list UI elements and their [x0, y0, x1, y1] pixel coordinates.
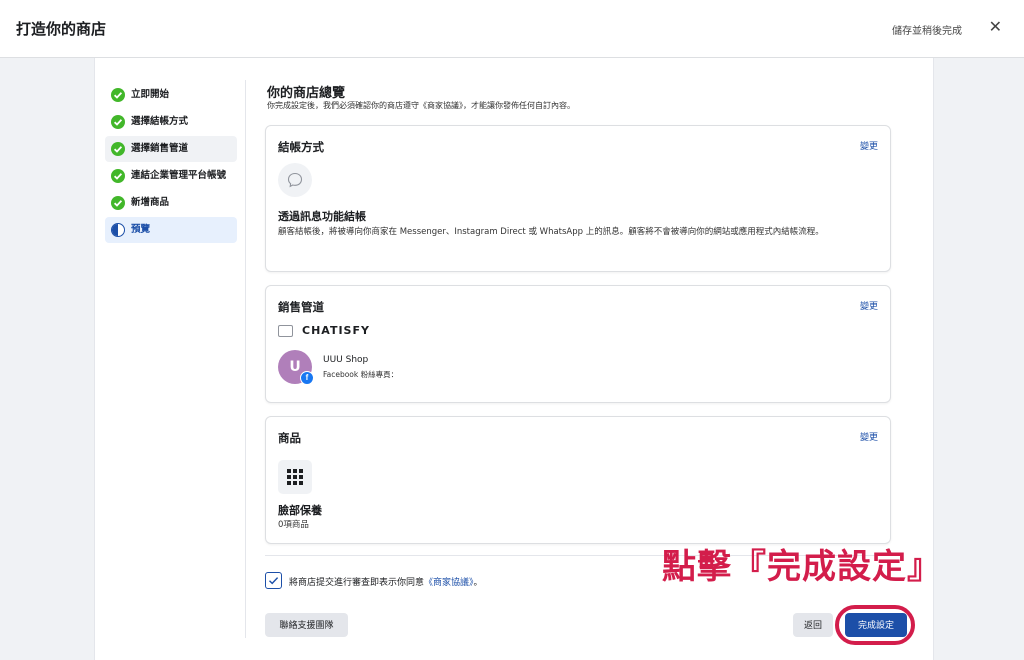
products-change-link[interactable]: 變更 — [860, 430, 878, 443]
check-circle-icon — [111, 196, 125, 210]
half-circle-icon — [111, 223, 125, 237]
tutorial-annotation: 點擊『完成設定』 — [662, 547, 942, 587]
contact-support-button[interactable]: 聯絡支援團隊 — [265, 613, 348, 637]
steps-sidebar: 立即開始 選擇結帳方式 選擇銷售管道 連結企業管理平台帳號 新增商品 預覽 — [105, 82, 237, 244]
save-and-finish-later-link[interactable]: 儲存並稍後完成 — [892, 22, 962, 37]
overview-subtitle: 你完成設定後，我們必須確認你的商店遵守《商家協議》，才能讓你發佈任何自訂內容。 — [267, 101, 575, 110]
step-checkout-method[interactable]: 選擇結帳方式 — [105, 109, 237, 135]
step-sales-channel[interactable]: 選擇銷售管道 — [105, 136, 237, 162]
checkout-title: 結帳方式 — [278, 140, 324, 154]
overview-title: 你的商店總覽 — [267, 86, 346, 101]
step-label: 連結企業管理平台帳號 — [131, 170, 227, 181]
sales-channel-change-link[interactable]: 變更 — [860, 299, 878, 312]
close-icon[interactable]: ✕ — [989, 17, 1002, 36]
checkout-method-name: 透過訊息功能結帳 — [278, 210, 366, 223]
page-title: 打造你的商店 — [16, 20, 107, 38]
step-label: 新增商品 — [131, 197, 170, 208]
step-get-started[interactable]: 立即開始 — [105, 82, 237, 108]
step-add-products[interactable]: 新增商品 — [105, 190, 237, 216]
top-bar: 打造你的商店 儲存並稍後完成 ✕ — [0, 0, 1024, 58]
step-label: 選擇銷售管道 — [131, 143, 189, 154]
page-name: UUU Shop — [323, 355, 369, 365]
partner-name: CHATISFY — [302, 324, 370, 337]
agreement-label: 將商店提交進行審查即表示你同意 — [289, 578, 425, 588]
facebook-icon: f — [300, 371, 314, 385]
check-circle-icon — [111, 88, 125, 102]
collection-name: 臉部保養 — [278, 504, 322, 517]
merchant-agreement-link[interactable]: 《商家協議》 — [424, 578, 474, 588]
agreement-text: 將商店提交進行審查即表示你同意《商家協議》。 — [289, 575, 483, 588]
step-label: 選擇結帳方式 — [131, 116, 189, 127]
chat-bubble-icon — [278, 163, 312, 197]
step-label: 預覽 — [131, 224, 151, 235]
page-type: Facebook 粉絲專頁： — [323, 370, 399, 379]
step-label: 立即開始 — [131, 89, 170, 100]
checkout-panel: 結帳方式 變更 透過訊息功能結帳 顧客結帳後，將被導向你商家在 Messenge… — [265, 125, 891, 272]
product-count: 0項商品 — [278, 520, 309, 530]
check-circle-icon — [111, 142, 125, 156]
partner-logo-icon — [278, 325, 293, 337]
step-preview[interactable]: 預覽 — [105, 217, 237, 243]
vertical-divider — [245, 80, 246, 638]
agreement-checkbox[interactable] — [265, 572, 282, 589]
grid-icon — [278, 460, 312, 494]
check-circle-icon — [111, 169, 125, 183]
agreement-suffix: 。 — [473, 578, 483, 588]
products-title: 商品 — [278, 431, 301, 445]
step-business-account[interactable]: 連結企業管理平台帳號 — [105, 163, 237, 189]
checkout-method-description: 顧客結帳後，將被導向你商家在 Messenger、Instagram Direc… — [278, 227, 824, 237]
checkout-change-link[interactable]: 變更 — [860, 139, 878, 152]
finish-setup-button[interactable]: 完成設定 — [845, 613, 907, 637]
products-panel: 商品 變更 臉部保養 0項商品 — [265, 416, 891, 544]
back-button[interactable]: 返回 — [793, 613, 833, 637]
sales-channel-title: 銷售管道 — [278, 300, 324, 314]
check-circle-icon — [111, 115, 125, 129]
sales-channel-panel: 銷售管道 變更 CHATISFY U f UUU Shop Facebook 粉… — [265, 285, 891, 403]
